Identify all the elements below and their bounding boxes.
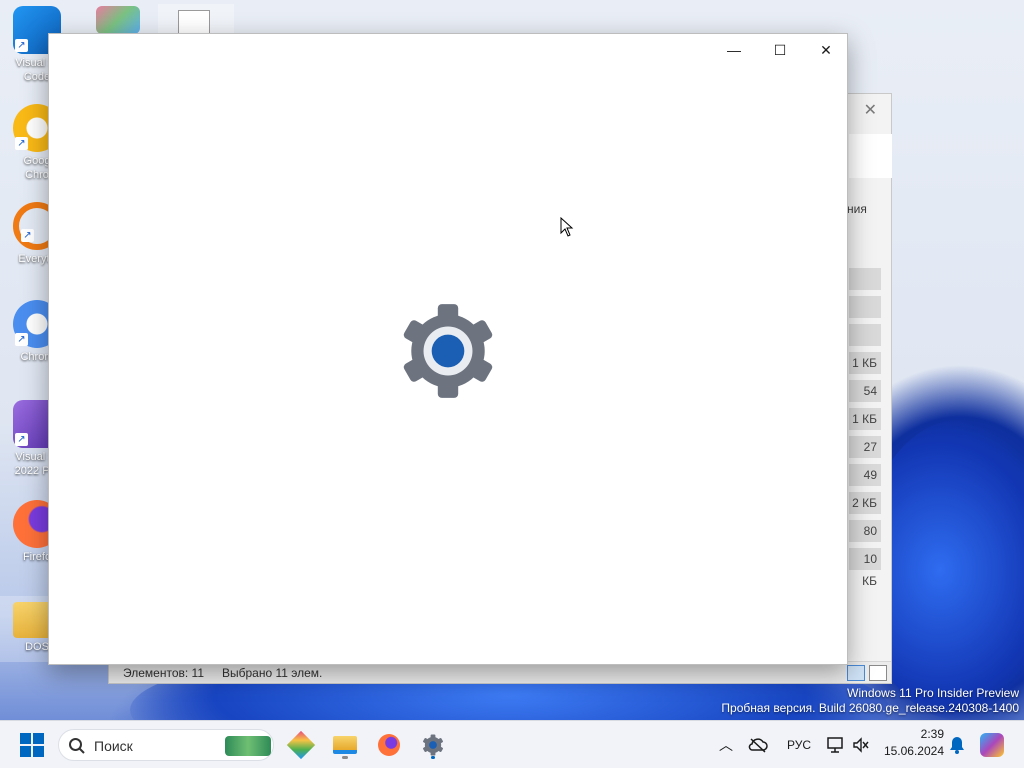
- table-row[interactable]: [849, 324, 881, 346]
- clock-date: 15.06.2024: [883, 744, 944, 758]
- taskbar-settings[interactable]: [417, 729, 449, 761]
- copilot-pre-icon: [980, 733, 1004, 757]
- cloud-offline-icon: [748, 738, 768, 753]
- settings-gear-icon: [403, 304, 493, 398]
- explorer-close-icon[interactable]: ✕: [864, 100, 877, 120]
- shortcut-arrow-icon: ↗: [21, 229, 34, 242]
- taskbar: Поиск ︿ РУС 2:39 15.06.2024: [0, 720, 1024, 768]
- show-hidden-icons-button[interactable]: ︿: [712, 729, 740, 761]
- search-placeholder: Поиск: [94, 738, 133, 754]
- taskbar-firefox[interactable]: [373, 729, 405, 761]
- file-size-cell[interactable]: 49 КБ: [849, 464, 881, 504]
- settings-gear-icon: [423, 734, 443, 756]
- copilot-button[interactable]: [976, 729, 1008, 761]
- running-indicator-active: [431, 756, 435, 759]
- file-size-cell[interactable]: 1 КБ: [849, 352, 881, 374]
- taskbar-search-box[interactable]: Поиск: [58, 729, 274, 761]
- file-size-cell[interactable]: 54 КБ: [849, 380, 881, 420]
- desktop-icon-partial-file[interactable]: [158, 4, 234, 36]
- input-language-indicator[interactable]: РУС: [787, 738, 811, 752]
- folder-icon: [333, 736, 357, 754]
- status-selected-count: Выбрано 11 элем.: [222, 666, 323, 680]
- explorer-toolbar: [849, 134, 892, 178]
- minimize-button[interactable]: —: [711, 34, 757, 66]
- windows-watermark-line2: Пробная версия. Build 26080.ge_release.2…: [721, 701, 1019, 715]
- speaker-muted-icon: [853, 737, 869, 753]
- taskbar-file-explorer[interactable]: [329, 729, 361, 761]
- table-row[interactable]: [849, 296, 881, 318]
- search-highlight-icon: [225, 736, 271, 756]
- clock-button[interactable]: 2:39 15.06.2024: [878, 727, 944, 763]
- shortcut-arrow-icon: ↗: [15, 333, 28, 346]
- explorer-command-label[interactable]: ния: [847, 202, 867, 216]
- network-button[interactable]: [822, 729, 850, 761]
- file-size-cell[interactable]: 27 КБ: [849, 436, 881, 476]
- start-button[interactable]: [16, 729, 48, 761]
- running-indicator: [342, 756, 348, 759]
- status-item-count: Элементов: 11: [123, 666, 204, 680]
- windows-watermark-line1: Windows 11 Pro Insider Preview: [847, 686, 1019, 700]
- shortcut-arrow-icon: ↗: [15, 39, 28, 52]
- onedrive-status-button[interactable]: [744, 729, 772, 761]
- close-button[interactable]: ✕: [803, 34, 849, 66]
- bell-icon: [950, 737, 964, 754]
- mouse-cursor-icon: [560, 217, 574, 237]
- sound-button[interactable]: [848, 729, 874, 761]
- windows-logo-icon: [20, 733, 44, 757]
- desktop-icon-partial-1[interactable]: [96, 6, 140, 34]
- taskbar-app-colorful[interactable]: [285, 729, 317, 761]
- file-size-cell[interactable]: 1 КБ: [849, 408, 881, 430]
- file-size-cell[interactable]: 10 КБ: [849, 548, 881, 588]
- chevron-up-icon: ︿: [719, 737, 733, 753]
- details-view-button[interactable]: [847, 665, 865, 681]
- app-diamond-icon: [286, 730, 316, 760]
- shortcut-arrow-icon: ↗: [15, 137, 28, 150]
- network-icon: [827, 737, 843, 753]
- settings-window[interactable]: — ☐ ✕: [48, 33, 848, 665]
- firefox-icon: [378, 734, 400, 756]
- search-icon: [69, 738, 85, 754]
- table-row[interactable]: [849, 268, 881, 290]
- large-icons-view-button[interactable]: [869, 665, 887, 681]
- notifications-button[interactable]: [944, 729, 970, 761]
- maximize-button[interactable]: ☐: [757, 34, 803, 66]
- file-size-cell[interactable]: 2 КБ: [849, 492, 881, 514]
- clock-time: 2:39: [920, 727, 944, 741]
- file-size-cell[interactable]: 80 КБ: [849, 520, 881, 560]
- shortcut-arrow-icon: ↗: [15, 433, 28, 446]
